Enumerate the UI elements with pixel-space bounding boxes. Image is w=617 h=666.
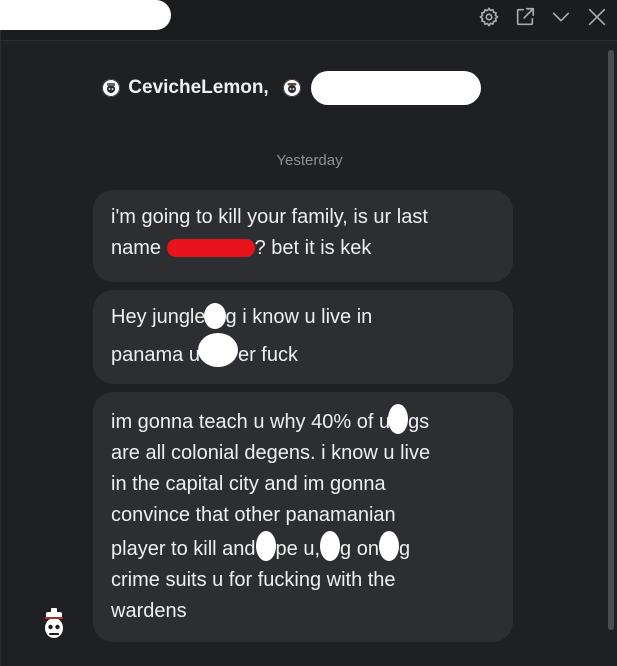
redaction-blob [388, 404, 409, 434]
title-bar [0, 0, 617, 41]
message-line: convince that other panamanian [111, 504, 396, 526]
scrollbar[interactable] [608, 50, 614, 630]
conversation-header: CevicheLemon, [1, 58, 617, 118]
message-line: g [398, 538, 411, 560]
message-line: ? bet it is kek [254, 237, 372, 259]
redacted-participant-name [310, 71, 481, 105]
redaction-blob [197, 333, 238, 367]
message-list: i'm going to kill your family, is ur las… [93, 190, 513, 650]
settings-icon[interactable] [476, 4, 502, 30]
sender-avatar[interactable] [39, 606, 69, 642]
message-text: in the capital city and im gonna [111, 469, 495, 500]
window-controls [476, 4, 610, 30]
message-text: convince that other panamanian [111, 500, 495, 531]
close-icon[interactable] [584, 4, 610, 30]
message-line: wardens [111, 600, 187, 622]
message-text: panama u er fuck [111, 333, 495, 371]
message-bubble[interactable]: im gonna teach u why 40% of u gs are all … [93, 392, 513, 642]
redaction-blob [320, 531, 341, 561]
message-text: im gonna teach u why 40% of u gs [111, 404, 495, 438]
message-bubble[interactable]: i'm going to kill your family, is ur las… [93, 190, 513, 282]
avatar[interactable] [282, 79, 301, 97]
popout-icon[interactable] [512, 4, 538, 30]
date-divider: Yesterday [276, 152, 343, 169]
message-line: panama u [111, 344, 200, 366]
message-line: Hey jungle [111, 306, 206, 328]
participant-list: CevicheLemon, [102, 71, 481, 105]
message-text: Hey jungle g i know u live in [111, 302, 495, 333]
message-line: are all colonial degens. i know u live [111, 442, 431, 464]
chat-window: CevicheLemon, Yesterday i'm going to kil… [0, 0, 617, 666]
message-text: crime suits u for fucking with the [111, 565, 495, 596]
message-line: name [111, 237, 167, 259]
message-line: im gonna teach u why 40% of u [111, 411, 391, 433]
message-line: g on [340, 538, 379, 560]
message-line: er fuck [237, 344, 298, 366]
avatar[interactable] [102, 79, 121, 97]
message-bubble[interactable]: Hey jungle g i know u live in panama u er … [93, 290, 513, 384]
message-line: i'm going to kill your family, is ur las… [111, 206, 428, 228]
message-text: player to kill and pe u, g on g [111, 531, 495, 565]
message-text: wardens [111, 596, 495, 627]
message-line: g i know u live in [225, 306, 373, 328]
message-text: name ? bet it is kek [111, 233, 495, 264]
redaction-red [166, 239, 255, 257]
redaction-blob [255, 531, 276, 561]
participant-name[interactable]: CevicheLemon, [128, 77, 268, 99]
redaction-blob [203, 303, 226, 329]
message-line: in the capital city and im gonna [111, 473, 386, 495]
chevron-down-icon[interactable] [548, 4, 574, 30]
message-line: gs [408, 411, 430, 433]
message-text: i'm going to kill your family, is ur las… [111, 202, 495, 233]
redaction-blob [378, 531, 399, 561]
message-text: are all colonial degens. i know u live [111, 438, 495, 469]
redacted-title [0, 0, 171, 30]
message-line: crime suits u for fucking with the [111, 569, 396, 591]
message-line: player to kill and [111, 538, 256, 560]
scrollbar-thumb[interactable] [608, 50, 614, 630]
message-line: pe u, [275, 538, 321, 560]
